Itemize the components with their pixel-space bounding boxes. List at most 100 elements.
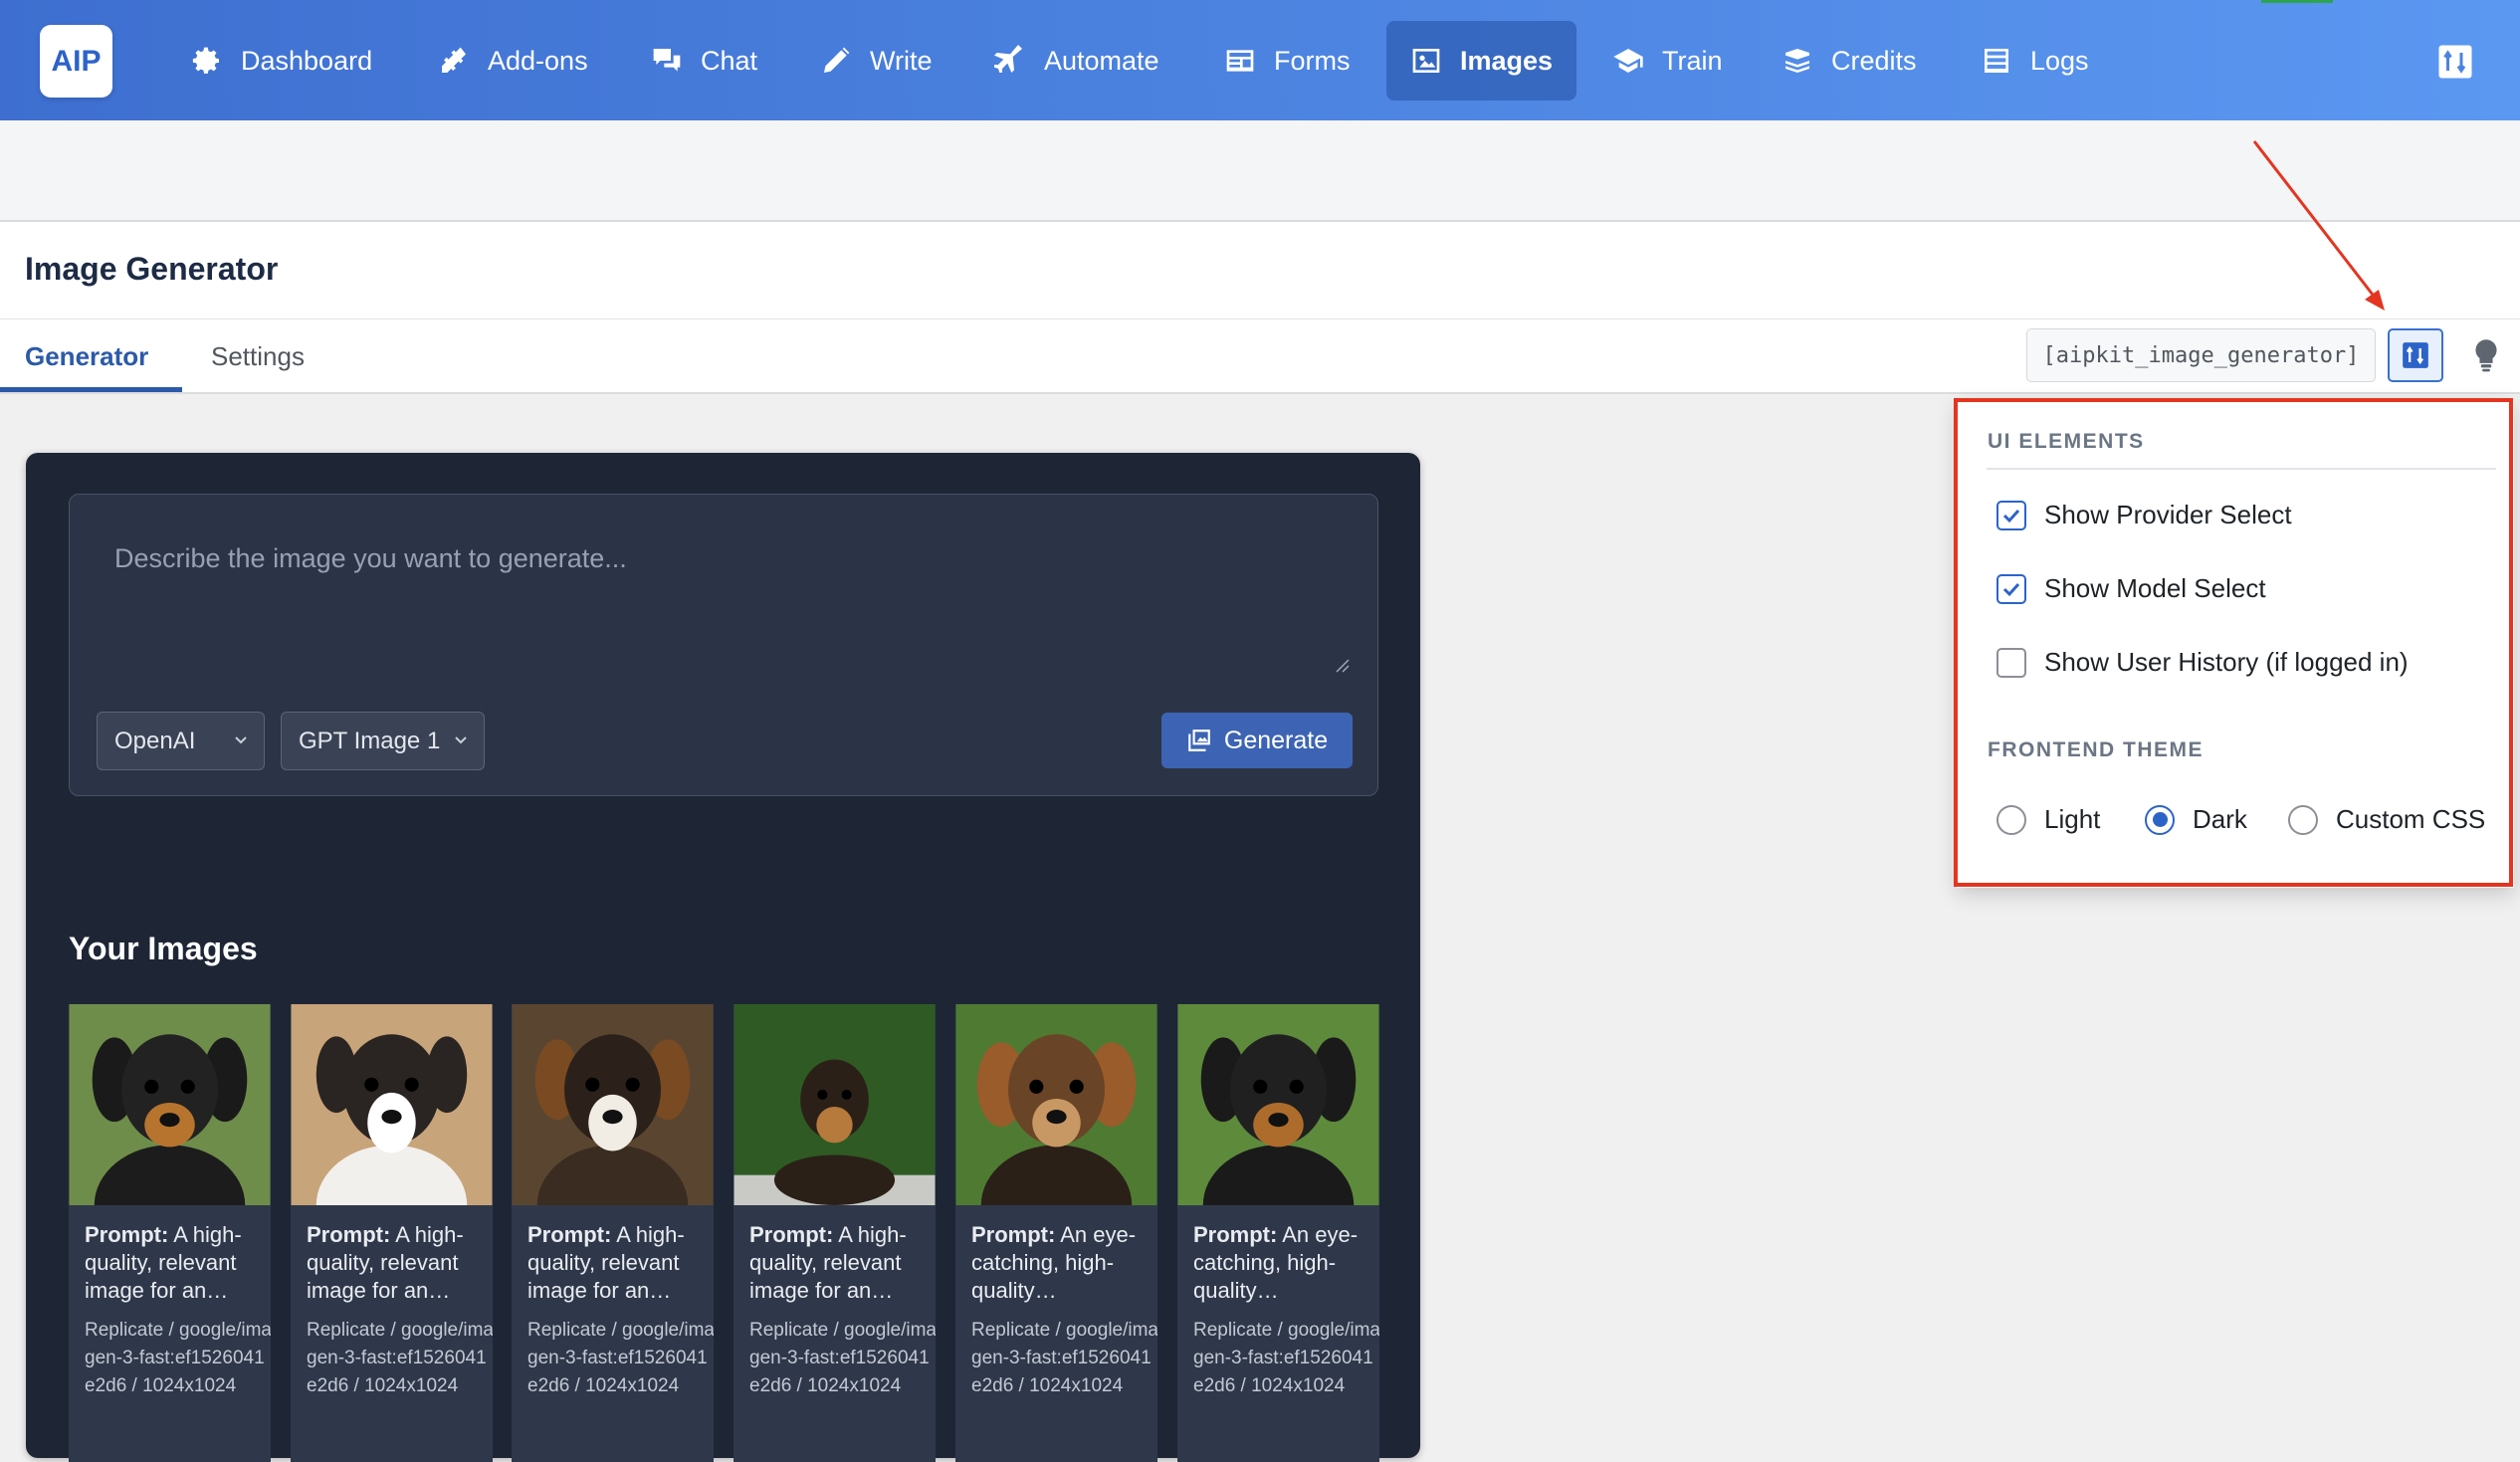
gallery-item[interactable]: Prompt: A high-quality, relevant image f… [512,1004,714,1462]
plug-icon [442,47,466,73]
checkmark-icon [2002,582,2020,596]
nav-item-logs[interactable]: Logs [1957,21,2113,101]
gallery-item[interactable]: Prompt: A high-quality, relevant image f… [291,1004,493,1462]
gallery-item[interactable]: Prompt: A high-quality, relevant image f… [734,1004,936,1462]
nav-item-images[interactable]: Images [1386,21,1577,101]
prompt-label: Prompt: [749,1222,834,1247]
option-show-provider-select[interactable]: Show Provider Select [1996,500,2292,530]
generate-button[interactable]: Generate [1161,713,1353,768]
resize-handle-icon[interactable] [1336,659,1350,673]
nav-item-write[interactable]: Write [796,21,956,101]
theme-label: Custom CSS [2336,804,2486,834]
prompt-label: Prompt: [971,1222,1056,1247]
active-tab-indicator [0,387,182,392]
gallery-item[interactable]: Prompt: An eye-catching, high-quality… R… [1177,1004,1379,1462]
prompt-label: Prompt: [85,1222,169,1247]
nav-item-forms[interactable]: Forms [1200,21,1374,101]
chat-icon [653,49,681,72]
image-caption: Prompt: A high-quality, relevant image f… [749,1221,929,1305]
image-caption: Prompt: An eye-catching, high-quality… [1193,1221,1372,1305]
status-strip [2261,0,2333,3]
plane-icon [994,45,1022,73]
option-label: Show Model Select [2044,573,2266,603]
title-bar [0,222,2520,319]
radio-button-selected[interactable] [2145,804,2175,835]
gallery-heading: Your Images [69,931,258,966]
shortcode-config-button[interactable] [2388,328,2443,382]
page-title: Image Generator [25,251,279,287]
radio-button[interactable] [1996,804,2026,835]
nav-label: Chat [701,45,758,76]
gear-icon [192,47,219,74]
image-caption: Prompt: A high-quality, relevant image f… [527,1221,707,1305]
provider-value: OpenAI [114,727,196,754]
nav-label: Train [1662,45,1723,76]
checkbox-checked[interactable] [1996,573,2026,604]
model-value: GPT Image 1 [299,727,441,754]
prompt-label: Prompt: [527,1222,612,1247]
nav-item-chat[interactable]: Chat [627,21,781,101]
checkbox-checked[interactable] [1996,500,2026,530]
notice-area [0,120,2520,222]
image-meta: Replicate / google/imagen-3-fast:ef15260… [749,1320,936,1396]
prompt-placeholder: Describe the image you want to generate.… [114,543,627,573]
nav-label: Dashboard [241,45,373,76]
nav-label: Images [1460,45,1554,76]
puppy-image [955,1004,1157,1205]
nav-label: Logs [2030,45,2089,76]
config-icon [2403,342,2428,368]
image-caption: Prompt: A high-quality, relevant image f… [307,1221,486,1305]
graduation-icon [1613,49,1643,73]
image-meta: Replicate / google/imagen-3-fast:ef15260… [1193,1320,1379,1396]
shortcode-config-icon[interactable] [2437,44,2473,80]
image-meta: Replicate / google/imagen-3-fast:ef15260… [527,1320,714,1396]
gallery-item[interactable]: Prompt: A high-quality, relevant image f… [69,1004,271,1462]
nav-label: Forms [1274,45,1351,76]
nav-label: Add-ons [488,45,588,76]
checkbox-unchecked[interactable] [1996,647,2026,678]
app-logo[interactable]: AIP [40,25,112,98]
nav-item-train[interactable]: Train [1588,21,1747,101]
theme-option-light[interactable]: Light [1996,804,2100,835]
option-label: Show User History (if logged in) [2044,647,2409,677]
puppy-image [734,1004,936,1205]
generate-label: Generate [1223,726,1329,754]
image-meta: Replicate / google/imagen-3-fast:ef15260… [307,1320,493,1396]
puppy-image [512,1004,714,1205]
tab-settings[interactable]: Settings [211,341,305,372]
ui-elements-heading: UI ELEMENTS [1988,430,2145,453]
divider [1987,468,2496,470]
option-show-user-history[interactable]: Show User History (if logged in) [1996,647,2409,678]
nav-item-dashboard[interactable]: Dashboard [167,21,396,101]
model-select[interactable]: GPT Image 1 [281,712,485,770]
prompt-label: Prompt: [1193,1222,1278,1247]
option-show-model-select[interactable]: Show Model Select [1996,573,2266,604]
prompt-label: Prompt: [307,1222,391,1247]
coins-icon [1785,49,1809,73]
radio-button[interactable] [2288,804,2318,835]
puppy-image [69,1004,271,1205]
image-caption: Prompt: A high-quality, relevant image f… [85,1221,264,1305]
theme-label: Light [2044,804,2101,834]
theme-option-dark[interactable]: Dark [2145,804,2247,835]
provider-select[interactable]: OpenAI [97,712,265,770]
chevron-down-icon [235,736,247,744]
nav-item-credits[interactable]: Credits [1758,21,1941,101]
lightbulb-icon[interactable] [2472,338,2500,372]
gallery-item[interactable]: Prompt: An eye-catching, high-quality… R… [955,1004,1157,1462]
nav-item-automate[interactable]: Automate [970,21,1183,101]
nav-label: Write [870,45,933,76]
puppy-image [1177,1004,1379,1205]
image-caption: Prompt: An eye-catching, high-quality… [971,1221,1151,1305]
nav-item-addons[interactable]: Add-ons [414,21,612,101]
theme-label: Dark [2193,804,2247,834]
pencil-icon [824,47,850,73]
chevron-down-icon [455,736,467,744]
tab-generator[interactable]: Generator [25,341,148,372]
image-meta: Replicate / google/imagen-3-fast:ef15260… [971,1320,1157,1396]
theme-option-custom-css[interactable]: Custom CSS [2288,804,2485,835]
image-meta: Replicate / google/imagen-3-fast:ef15260… [85,1320,271,1396]
shortcode-field[interactable]: [aipkit_image_generator] [2026,328,2376,382]
nav-label: Automate [1044,45,1159,76]
image-icon [1412,49,1440,73]
